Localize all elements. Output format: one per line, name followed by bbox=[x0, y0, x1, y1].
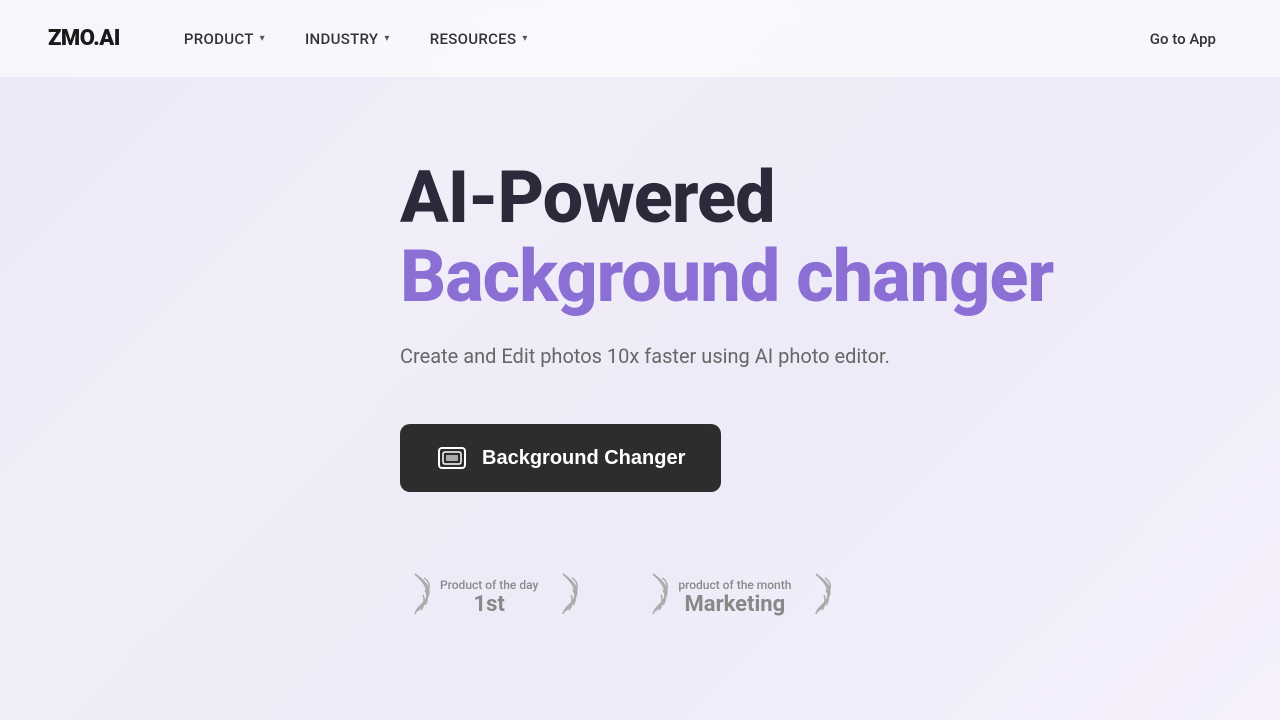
badge-month-value: Marketing bbox=[685, 592, 786, 618]
cta-label: Background Changer bbox=[482, 447, 685, 470]
logo[interactable]: ZMO.AI bbox=[48, 26, 120, 51]
background-changer-button[interactable]: Background Changer bbox=[400, 424, 721, 492]
nav-item-industry[interactable]: INDUSTRY ▾ bbox=[289, 22, 406, 56]
badge-product-day: Product of the day 1st bbox=[400, 572, 578, 624]
badge-month-content: product of the month Marketing bbox=[672, 578, 797, 619]
nav-menu: PRODUCT ▾ INDUSTRY ▾ RESOURCES ▾ bbox=[168, 22, 544, 56]
laurel-left-icon-2 bbox=[638, 572, 668, 624]
go-to-app-button[interactable]: Go to App bbox=[1134, 22, 1232, 56]
background-changer-icon bbox=[436, 442, 468, 474]
nav-resources-label: RESOURCES bbox=[430, 30, 517, 48]
badge-product-month: product of the month Marketing bbox=[638, 572, 831, 624]
nav-product-label: PRODUCT bbox=[184, 30, 254, 48]
laurel-right-icon-2 bbox=[801, 572, 831, 624]
badge-row: Product of the day 1st bbox=[400, 572, 831, 624]
chevron-down-icon: ▾ bbox=[384, 33, 389, 44]
badge-day-value: 1st bbox=[473, 592, 504, 618]
nav-left: ZMO.AI PRODUCT ▾ INDUSTRY ▾ RESOURCES ▾ bbox=[48, 22, 544, 56]
hero-title-line1: AI-Powered bbox=[400, 158, 775, 237]
navbar: ZMO.AI PRODUCT ▾ INDUSTRY ▾ RESOURCES ▾ … bbox=[0, 0, 1280, 78]
nav-item-resources[interactable]: RESOURCES ▾ bbox=[414, 22, 544, 56]
badge-day-content: Product of the day 1st bbox=[434, 578, 544, 619]
hero-subtitle: Create and Edit photos 10x faster using … bbox=[400, 344, 890, 368]
laurel-left-icon bbox=[400, 572, 430, 624]
badge-month-label: product of the month bbox=[678, 578, 791, 592]
chevron-down-icon: ▾ bbox=[522, 33, 527, 44]
hero-section: AI-Powered Background changer Create and… bbox=[0, 78, 1280, 720]
laurel-right-icon bbox=[548, 572, 578, 624]
nav-industry-label: INDUSTRY bbox=[305, 30, 378, 48]
nav-item-product[interactable]: PRODUCT ▾ bbox=[168, 22, 281, 56]
chevron-down-icon: ▾ bbox=[260, 33, 265, 44]
badge-day-label: Product of the day bbox=[440, 578, 538, 592]
hero-title-line2: Background changer bbox=[400, 237, 1053, 316]
